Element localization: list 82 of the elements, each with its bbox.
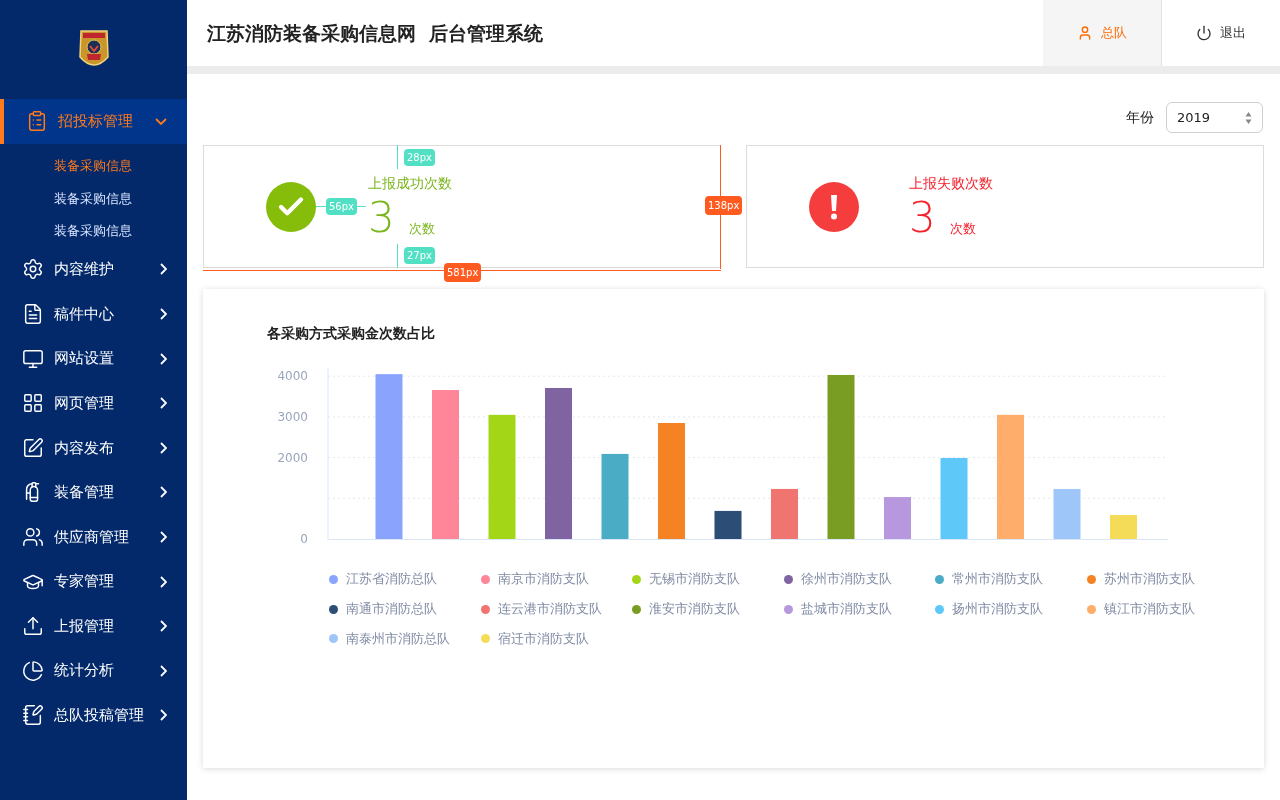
bar (714, 510, 742, 539)
pie-chart-icon (22, 659, 44, 682)
bar (771, 488, 798, 539)
clipboard-icon (26, 110, 48, 133)
submenu-item[interactable]: 装备采购信息 (0, 214, 187, 248)
legend-label: 徐州市消防支队 (800, 570, 892, 588)
stat-unit: 次数 (949, 219, 976, 238)
sidebar-item[interactable]: 总队投稿管理 (0, 693, 187, 738)
dimension-label: 138px (705, 196, 743, 215)
legend-label: 连云港市消防支队 (497, 599, 602, 618)
submenu-item[interactable]: 装备采购信息 (0, 182, 187, 215)
users-icon (22, 525, 44, 548)
axis-label: 3000 (277, 409, 308, 424)
legend-label: 盐城市消防支队 (800, 599, 892, 618)
legend-label: 苏州市消防支队 (1103, 570, 1195, 588)
legend-label: 常州市消防支队 (952, 570, 1043, 588)
chart-title: 各采购方式采购金次数占比 (267, 324, 436, 343)
pen-square-icon (22, 436, 44, 459)
chevron-right-icon (160, 709, 167, 722)
axis-label: 2000 (277, 450, 308, 465)
chevron-right-icon (160, 530, 167, 543)
year-select[interactable]: 2019 (1166, 102, 1263, 133)
sidebar-item[interactable]: 网页管理 (0, 380, 187, 426)
chevron-right-icon (160, 664, 167, 677)
legend-label: 南通市消防总队 (346, 599, 437, 618)
sidebar-item[interactable]: 专家管理 (0, 559, 187, 604)
sidebar-item[interactable]: 装备管理 (0, 470, 187, 515)
legend-label: 南京市消防支队 (497, 570, 589, 588)
monitor-icon (22, 347, 44, 370)
stepper-icon (1245, 110, 1252, 125)
legend-label: 江苏省消防总队 (346, 570, 437, 588)
chevron-right-icon (160, 486, 167, 499)
legend-label: 镇江市消防支队 (1103, 599, 1195, 618)
sidebar-item[interactable]: 统计分析 (0, 648, 187, 694)
legend-label: 扬州市消防支队 (952, 599, 1043, 618)
alert-icon (809, 181, 859, 232)
bar (1053, 488, 1081, 539)
chevron-right-icon (160, 620, 167, 633)
bar (1110, 515, 1137, 539)
sidebar-item[interactable]: 供应商管理 (0, 514, 187, 560)
upload-icon (22, 615, 44, 638)
dimension-label: 27px (404, 247, 435, 264)
sidebar-item[interactable]: 网站设置 (0, 336, 187, 381)
stat-count: 3 (368, 196, 395, 240)
bar (884, 497, 911, 539)
sidebar-item[interactable]: 稿件中心 (0, 291, 187, 337)
dimension-label: 28px (404, 149, 435, 166)
chevron-right-icon (160, 575, 167, 588)
chevron-right-icon (160, 441, 167, 454)
axis-label: 0 (300, 532, 308, 546)
grid-icon (22, 392, 44, 415)
sidebar-item[interactable]: 招投标管理 (0, 99, 187, 144)
axis-label: 4000 (277, 369, 308, 384)
stat-title: 上报成功次数 (368, 174, 452, 193)
chevron-right-icon (160, 397, 167, 410)
user-icon (1077, 25, 1093, 41)
dimension-line (395, 244, 400, 268)
chevron-right-icon (160, 308, 167, 320)
submenu-item[interactable]: 装备采购信息 (0, 149, 187, 183)
chevron-right-icon (160, 263, 167, 276)
success-icon (266, 181, 316, 232)
chevron-right-icon (160, 352, 167, 365)
dimension-line (395, 145, 400, 169)
stat-count: 3 (909, 196, 936, 240)
chevron-down-icon (155, 117, 167, 125)
dimension-label: 56px (326, 198, 357, 215)
app-title: 江苏消防装备采购信息网 后台管理系统 (206, 20, 545, 46)
sidebar-item[interactable]: 内容维护 (0, 247, 187, 292)
sidebar-item[interactable]: 内容发布 (0, 425, 187, 471)
gear-icon (22, 258, 44, 281)
stat-title: 上报失败次数 (909, 174, 993, 193)
legend-label: 宿迁市消防支队 (497, 629, 589, 648)
dimension-label: 581px (444, 263, 482, 282)
document-icon (22, 303, 44, 325)
legend-label: 淮安市消防支队 (649, 599, 740, 618)
sidebar-item[interactable]: 上报管理 (0, 603, 187, 649)
stat-unit: 次数 (408, 219, 435, 238)
legend-label: 南泰州市消防总队 (346, 629, 450, 648)
legend-label: 无锡市消防支队 (649, 570, 740, 588)
notepad-pen-icon (22, 704, 44, 727)
power-icon (1196, 25, 1212, 41)
year-label: 年份 (1126, 108, 1154, 127)
